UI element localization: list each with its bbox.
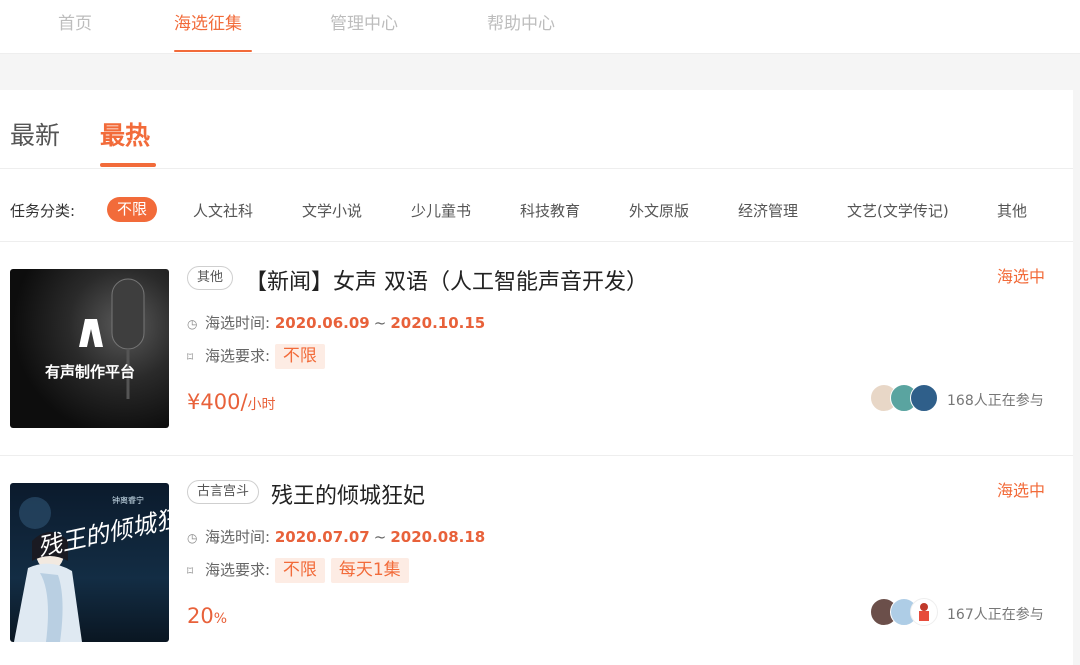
requirements-row: ⌑ 海选要求: 不限 每天1集 (187, 558, 415, 583)
requirement-tag: 每天1集 (330, 558, 409, 583)
tab-newest[interactable]: 最新 (10, 116, 60, 152)
category-fiction[interactable]: 文学小说 (302, 200, 362, 221)
task-title[interactable]: 【新闻】女声 双语（人工智能声音开发） (245, 264, 648, 296)
bookmark-icon: ⌑ (187, 564, 194, 578)
category-arts-biography[interactable]: 文艺(文学传记) (847, 200, 949, 221)
cover-image[interactable]: 残王的倾城狂妃 钟离睿宁 (10, 483, 169, 642)
main-panel: 最新 最热 任务分类: 不限 人文社科 文学小说 少儿童书 科技教育 外文原版 … (0, 90, 1073, 665)
category-economics[interactable]: 经济管理 (738, 200, 798, 221)
category-tag: 其他 (187, 266, 234, 290)
cover-title: 有声制作平台 (45, 363, 135, 381)
status-badge: 海选中 (997, 267, 1046, 286)
price-amount: ¥400/ (187, 390, 248, 414)
cover-author: 钟离睿宁 (112, 495, 144, 505)
participant-avatars (870, 384, 940, 412)
price: 20% (187, 604, 227, 628)
audition-time-row: ◷ 海选时间: 2020.07.07 ~2020.08.18 (187, 526, 485, 547)
nav-audition-call[interactable]: 海选征集 (174, 9, 242, 34)
task-title[interactable]: 残王的倾城狂妃 (271, 478, 425, 510)
participant-avatars (870, 598, 940, 626)
status-badge: 海选中 (997, 481, 1046, 500)
price-amount: 20 (187, 604, 214, 628)
bookmark-icon: ⌑ (187, 350, 194, 364)
category-foreign-original[interactable]: 外文原版 (629, 200, 689, 221)
nav-home[interactable]: 首页 (58, 9, 92, 34)
active-tab-underline (100, 163, 156, 167)
cover-image[interactable]: 有声制作平台 (10, 269, 169, 428)
category-other[interactable]: 其他 (997, 200, 1027, 221)
time-label: 海选时间: (205, 314, 271, 332)
category-tag: 古言宫斗 (187, 480, 260, 504)
clock-icon: ◷ (187, 531, 198, 545)
participant-count: 167人正在参与 (947, 607, 1044, 623)
price-unit: % (213, 611, 228, 627)
requirement-tag: 不限 (274, 344, 325, 369)
requirement-tag: 不限 (274, 558, 325, 583)
start-date: 2020.06.09 (274, 314, 370, 332)
clock-icon: ◷ (187, 317, 198, 331)
category-filter-label: 任务分类: (10, 202, 76, 220)
requirements-label: 海选要求: (205, 561, 271, 579)
avatar (910, 598, 938, 626)
audition-time-row: ◷ 海选时间: 2020.06.09 ~2020.10.15 (187, 312, 485, 333)
category-science-education[interactable]: 科技教育 (520, 200, 580, 221)
start-date: 2020.07.07 (274, 528, 370, 546)
time-label: 海选时间: (205, 528, 271, 546)
category-humanities[interactable]: 人文社科 (193, 200, 253, 221)
nav-help-center[interactable]: 帮助中心 (487, 9, 555, 34)
end-date: 2020.08.18 (390, 528, 486, 546)
tab-hottest[interactable]: 最热 (100, 116, 150, 152)
task-card[interactable]: 有声制作平台 其他 【新闻】女声 双语（人工智能声音开发） 海选中 ◷ 海选时间:… (0, 242, 1073, 442)
nav-management-center[interactable]: 管理中心 (330, 9, 398, 34)
participant-count: 168人正在参与 (947, 393, 1044, 409)
requirements-row: ⌑ 海选要求: 不限 (187, 344, 331, 369)
category-all[interactable]: 不限 (107, 197, 157, 222)
active-nav-underline (174, 50, 252, 52)
date-separator: ~ (373, 528, 387, 546)
task-card[interactable]: 残王的倾城狂妃 钟离睿宁 古言宫斗 残王的倾城狂妃 海选中 ◷ 海选时间: 202… (0, 456, 1073, 656)
avatar (910, 384, 938, 412)
date-separator: ~ (373, 314, 387, 332)
top-nav: 首页 海选征集 管理中心 帮助中心 (0, 0, 1080, 54)
end-date: 2020.10.15 (390, 314, 486, 332)
requirements-label: 海选要求: (205, 347, 271, 365)
divider (0, 168, 1073, 169)
price: ¥400/小时 (187, 390, 276, 414)
category-children[interactable]: 少儿童书 (411, 200, 471, 221)
price-unit: 小时 (247, 397, 276, 413)
